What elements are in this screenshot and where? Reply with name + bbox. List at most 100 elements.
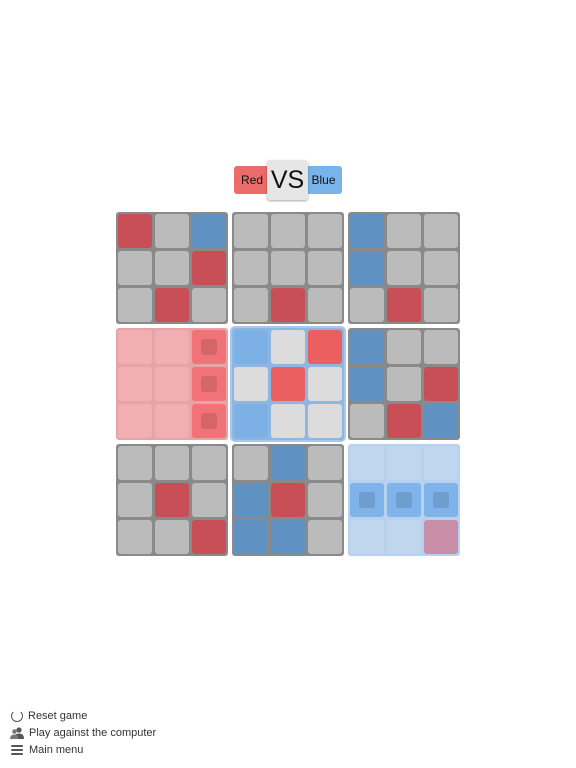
empty-cell (424, 251, 458, 285)
empty-cell (118, 288, 152, 322)
empty-cell (234, 214, 268, 248)
red-cell (308, 330, 342, 364)
score-header: Red Blue VS (0, 160, 576, 200)
red-cell (271, 367, 305, 401)
empty-cell[interactable] (308, 404, 342, 438)
empty-cell (118, 330, 152, 364)
sub-board (116, 328, 228, 440)
blue-cell (234, 404, 268, 438)
blue-cell (350, 483, 384, 517)
empty-cell (387, 520, 421, 554)
sub-board (348, 444, 460, 556)
empty-cell (387, 214, 421, 248)
empty-cell (118, 520, 152, 554)
blue-player-label: Blue (305, 166, 342, 194)
empty-cell (308, 251, 342, 285)
blue-cell (192, 214, 226, 248)
empty-cell (424, 214, 458, 248)
main-menu-button[interactable]: Main menu (10, 741, 156, 758)
menu-icon (10, 743, 24, 757)
empty-cell (155, 446, 189, 480)
sub-board (232, 212, 344, 324)
blue-cell (350, 330, 384, 364)
reset-game-button[interactable]: Reset game (10, 707, 156, 724)
reset-icon (11, 709, 23, 722)
red-cell (155, 483, 189, 517)
play-computer-label: Play against the computer (29, 726, 157, 739)
empty-cell (118, 367, 152, 401)
empty-cell (271, 214, 305, 248)
red-cell (192, 367, 226, 401)
empty-cell (118, 446, 152, 480)
empty-cell (192, 483, 226, 517)
vs-badge: VS (267, 160, 308, 200)
empty-cell (424, 446, 458, 480)
red-cell (192, 520, 226, 554)
red-cell (424, 520, 458, 554)
empty-cell (308, 483, 342, 517)
winning-line-mark (396, 492, 412, 508)
winning-line-mark (201, 376, 217, 392)
empty-cell (192, 288, 226, 322)
sub-board (116, 212, 228, 324)
sub-board (116, 444, 228, 556)
empty-cell (234, 288, 268, 322)
blue-cell (234, 520, 268, 554)
reset-game-label: Reset game (28, 709, 88, 722)
sub-board (232, 444, 344, 556)
red-cell (424, 367, 458, 401)
winning-line-mark (433, 492, 449, 508)
empty-cell (387, 367, 421, 401)
blue-cell (234, 330, 268, 364)
red-cell (192, 251, 226, 285)
winning-line-mark (359, 492, 375, 508)
blue-cell (271, 520, 305, 554)
red-cell (192, 330, 226, 364)
blue-cell (350, 214, 384, 248)
empty-cell (155, 520, 189, 554)
empty-cell (234, 251, 268, 285)
red-cell (271, 288, 305, 322)
empty-cell[interactable] (271, 404, 305, 438)
game-board (116, 212, 460, 556)
empty-cell[interactable] (234, 367, 268, 401)
empty-cell (387, 330, 421, 364)
empty-cell (155, 404, 189, 438)
winning-line-mark (201, 339, 217, 355)
empty-cell (234, 446, 268, 480)
empty-cell (118, 483, 152, 517)
winning-line-mark (201, 413, 217, 429)
empty-cell (118, 251, 152, 285)
main-menu-label: Main menu (29, 743, 84, 756)
empty-cell (424, 330, 458, 364)
blue-cell (350, 367, 384, 401)
red-player-label: Red (234, 166, 270, 194)
sub-board (348, 212, 460, 324)
sub-board (232, 328, 344, 440)
empty-cell (271, 251, 305, 285)
play-computer-button[interactable]: Play against the computer (10, 724, 156, 741)
empty-cell (155, 367, 189, 401)
blue-cell (234, 483, 268, 517)
blue-cell (424, 404, 458, 438)
empty-cell (350, 288, 384, 322)
red-cell (387, 404, 421, 438)
empty-cell (387, 251, 421, 285)
people-icon (10, 726, 24, 740)
empty-cell[interactable] (308, 367, 342, 401)
empty-cell (192, 446, 226, 480)
sub-board (348, 328, 460, 440)
empty-cell (308, 214, 342, 248)
blue-cell (271, 446, 305, 480)
empty-cell (155, 251, 189, 285)
empty-cell (350, 520, 384, 554)
empty-cell (118, 404, 152, 438)
empty-cell[interactable] (271, 330, 305, 364)
red-cell (387, 288, 421, 322)
empty-cell (424, 288, 458, 322)
blue-cell (350, 251, 384, 285)
empty-cell (155, 330, 189, 364)
empty-cell (350, 404, 384, 438)
blue-cell (424, 483, 458, 517)
red-cell (155, 288, 189, 322)
